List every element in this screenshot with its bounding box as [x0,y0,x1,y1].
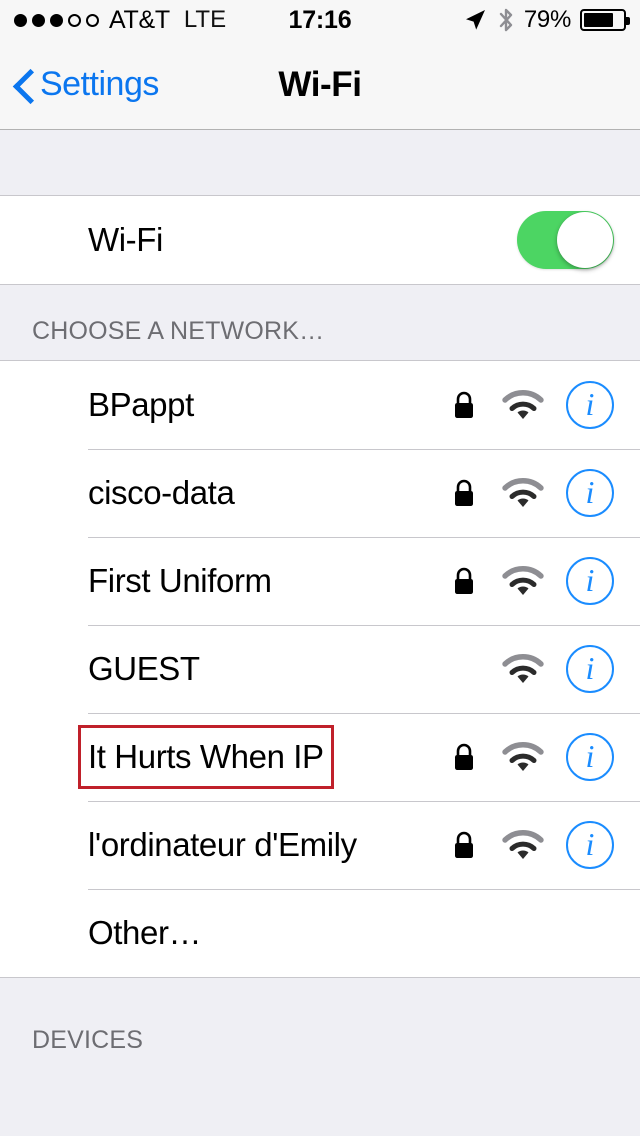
info-icon: i [585,562,595,598]
signal-dot-filled [14,13,27,27]
carrier-label: AT&T [109,5,170,34]
network-info-button[interactable]: i [566,821,614,869]
location-arrow-icon [465,10,485,30]
wifi-toggle-switch[interactable] [517,211,614,269]
network-name-label: Other… [88,914,202,951]
info-icon: i [585,826,595,862]
network-name-label: BPappt [88,386,194,423]
battery-icon [580,9,630,31]
lock-icon [455,831,473,858]
signal-dot-filled [32,13,45,27]
status-bar-left: AT&T LTE [14,6,226,35]
settings-content: Wi-Fi CHOOSE A NETWORK… BPappt i cisco-dat… [0,130,640,1071]
network-row-accessories: i [452,381,614,429]
bluetooth-icon [499,8,513,32]
radio-tech-label: LTE [183,6,227,33]
network-row[interactable]: Other… [0,889,640,977]
back-button[interactable]: Settings [0,65,159,104]
wifi-signal-icon [502,390,544,419]
network-list: BPappt i cisco-data i First Uniform i GUEST i It… [0,361,640,977]
status-bar-right: 79% [462,6,630,34]
network-info-button[interactable]: i [566,469,614,517]
info-icon: i [585,386,595,422]
network-info-button[interactable]: i [566,381,614,429]
wifi-toggle-row[interactable]: Wi-Fi [0,196,640,284]
network-name-label: It Hurts When IP [88,738,324,775]
network-name-label: First Uniform [88,562,272,599]
network-row-accessories: i [452,557,614,605]
chevron-left-icon [14,68,34,102]
network-info-button[interactable]: i [566,557,614,605]
back-button-label: Settings [40,65,159,103]
signal-dot-filled [50,13,63,27]
network-row-accessories: i [452,733,614,781]
network-row-accessories: i [452,645,614,693]
devices-header: DEVICES [0,977,640,1071]
network-row[interactable]: It Hurts When IP i [0,713,640,801]
wifi-signal-icon [502,566,544,595]
navigation-bar: Settings Wi-Fi [0,40,640,130]
network-info-button[interactable]: i [566,733,614,781]
signal-dot-empty [86,13,99,27]
network-row[interactable]: cisco-data i [0,449,640,537]
battery-percentage-label: 79% [523,6,571,33]
wifi-toggle-accessory [517,211,614,269]
network-name-label: GUEST [88,650,200,687]
info-icon: i [585,738,595,774]
cellular-signal-dots-icon [14,13,99,27]
wifi-signal-icon [502,742,544,771]
network-row[interactable]: l'ordinateur d'Emily i [0,801,640,889]
choose-network-header: CHOOSE A NETWORK… [0,285,640,361]
network-row-accessories: i [452,469,614,517]
network-name-label: l'ordinateur d'Emily [88,826,357,863]
battery-fill [584,13,613,27]
info-icon: i [585,650,595,686]
network-info-button[interactable]: i [566,645,614,693]
wifi-signal-icon [502,830,544,859]
lock-icon [455,743,473,770]
wifi-toggle-group: Wi-Fi [0,196,640,285]
lock-icon [455,567,473,594]
lock-icon [455,479,473,506]
network-row[interactable]: BPappt i [0,361,640,449]
lock-icon [455,391,473,418]
wifi-toggle-label: Wi-Fi [88,221,163,258]
top-spacer [0,130,640,196]
status-bar: AT&T LTE 17:16 79% [0,0,640,40]
info-icon: i [585,474,595,510]
signal-dot-empty [68,13,81,27]
network-row-accessories: i [452,821,614,869]
iphone-screen: AT&T LTE 17:16 79% Settings Wi-Fi Wi-Fi … [0,0,640,1136]
network-name-label: cisco-data [88,474,235,511]
network-row[interactable]: First Uniform i [0,537,640,625]
toggle-knob [557,212,613,268]
network-row[interactable]: GUEST i [0,625,640,713]
wifi-signal-icon [502,478,544,507]
wifi-signal-icon [502,654,544,683]
